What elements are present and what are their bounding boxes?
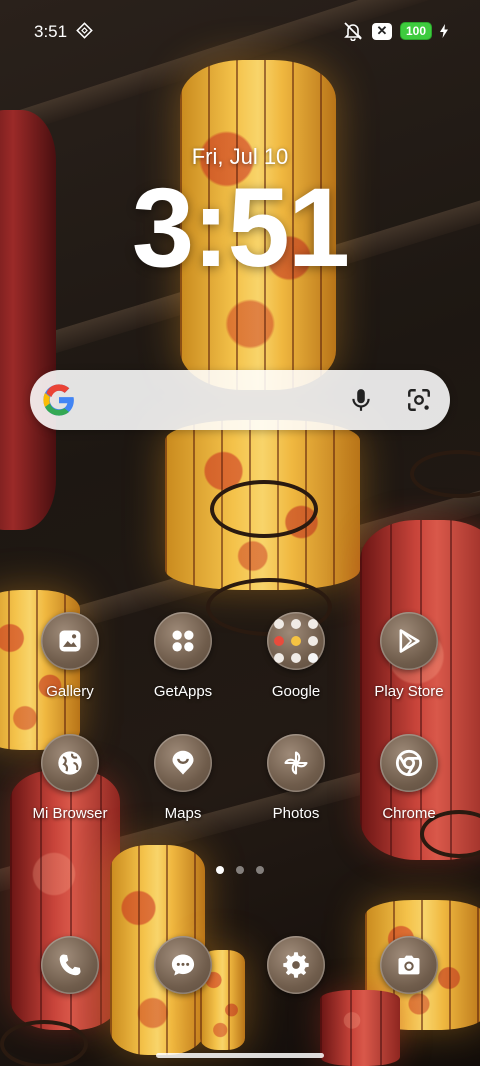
app-play-store[interactable]: Play Store — [354, 612, 464, 700]
mute-icon — [344, 22, 362, 41]
gallery-icon — [41, 612, 99, 670]
app-maps[interactable]: Maps — [128, 734, 238, 822]
charging-bolt-icon — [440, 24, 448, 38]
camera-icon — [398, 955, 420, 975]
google-logo — [43, 384, 74, 416]
maps-pin-icon — [154, 734, 212, 792]
page-dot-1[interactable] — [216, 866, 224, 874]
app-chrome[interactable]: Chrome — [354, 734, 464, 822]
app-label: Photos — [272, 805, 320, 822]
app-label: Gallery — [46, 683, 94, 700]
chrome-icon — [380, 734, 438, 792]
phone-icon — [59, 954, 81, 976]
getapps-icon — [154, 612, 212, 670]
app-label: GetApps — [153, 683, 213, 700]
dock-camera[interactable] — [380, 936, 438, 994]
app-label: Play Store — [374, 683, 444, 700]
mic-icon[interactable] — [348, 387, 374, 413]
app-label: Google — [271, 683, 321, 700]
dock-phone[interactable] — [41, 936, 99, 994]
x-badge: ✕ — [371, 22, 392, 40]
messages-icon — [171, 954, 195, 976]
folder-icon — [267, 612, 325, 670]
app-photos[interactable]: Photos — [241, 734, 351, 822]
google-lens-icon[interactable] — [406, 387, 432, 413]
page-dot-2[interactable] — [236, 866, 244, 874]
clock-widget[interactable]: 3:51 — [0, 172, 480, 284]
status-bar: 3:51 ✕ 100 — [0, 0, 480, 62]
app-label: Mi Browser — [32, 805, 108, 822]
battery-indicator: 100 — [399, 22, 432, 40]
page-dot-3[interactable] — [256, 866, 264, 874]
cast-icon — [76, 22, 93, 39]
dock-settings[interactable] — [267, 936, 325, 994]
play-store-icon — [380, 612, 438, 670]
app-mi-browser[interactable]: Mi Browser — [15, 734, 125, 822]
google-search-bar[interactable] — [30, 370, 450, 430]
app-gallery[interactable]: Gallery — [15, 612, 125, 700]
app-google-folder[interactable]: Google — [241, 612, 351, 700]
page-indicator[interactable] — [0, 866, 480, 874]
app-getapps[interactable]: GetApps — [128, 612, 238, 700]
status-time: 3:51 — [34, 22, 68, 41]
app-label: Chrome — [382, 805, 436, 822]
dock-messages[interactable] — [154, 936, 212, 994]
globe-icon — [41, 734, 99, 792]
app-label: Maps — [164, 805, 202, 822]
pinwheel-icon — [267, 734, 325, 792]
settings-icon — [283, 952, 309, 978]
home-gesture-bar[interactable] — [156, 1053, 324, 1058]
